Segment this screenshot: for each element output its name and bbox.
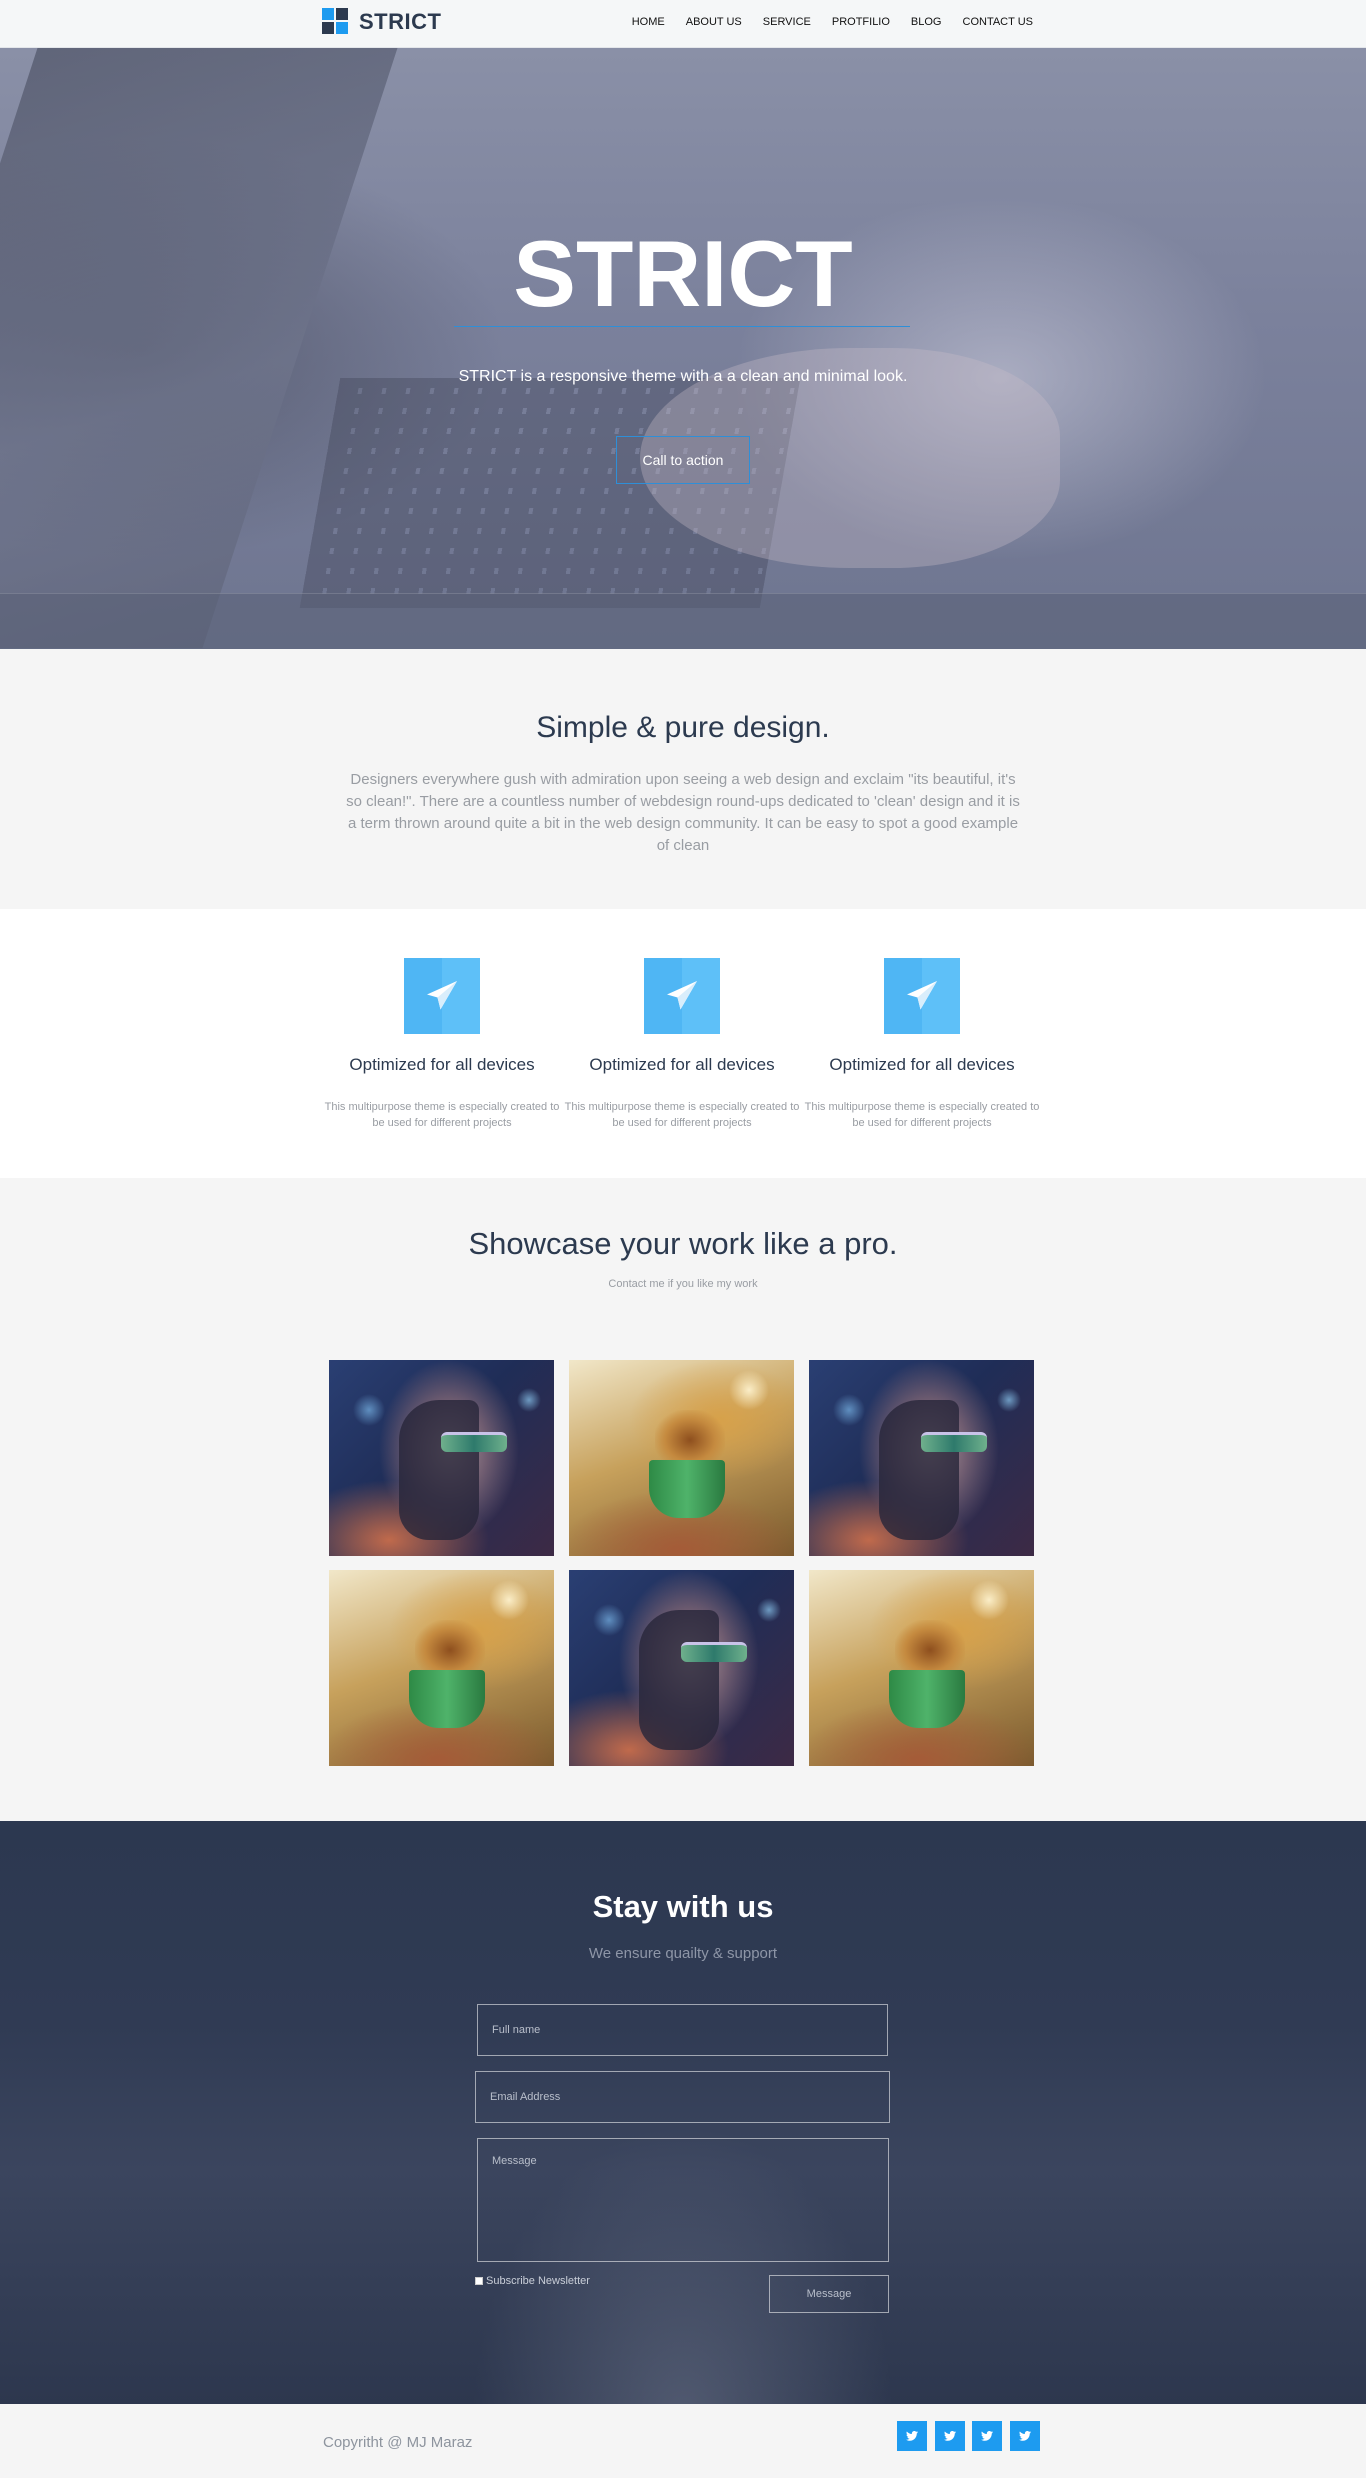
hero-title: STRICT [513,221,853,326]
portfolio-item-coffee-splash[interactable] [329,1570,554,1766]
portfolio-item-woman-sunglasses[interactable] [809,1360,1034,1556]
message-textarea[interactable] [477,2138,889,2262]
portfolio-item-woman-sunglasses[interactable] [329,1360,554,1556]
call-to-action-button[interactable]: Call to action [616,436,750,484]
showcase-section: Showcase your work like a pro. Contact m… [0,1178,1366,1821]
feature-title: Optimized for all devices [349,1055,535,1074]
copyright-text: Copyritht @ MJ Maraz [323,2434,473,2451]
contact-subtitle: We ensure quailty & support [588,1945,778,1962]
twitter-icon[interactable] [897,2421,927,2451]
nav-link-contact-us[interactable]: CONTACT US [963,16,1034,28]
portfolio-item-woman-sunglasses[interactable] [569,1570,794,1766]
feature-text: This multipurpose theme is especially cr… [324,1101,560,1129]
hero-divider [454,326,910,327]
showcase-subtitle: Contact me if you like my work [608,1278,758,1290]
nav-link-service[interactable]: SERVICE [763,16,811,28]
twitter-icon[interactable] [972,2421,1002,2451]
checkbox-icon[interactable] [475,2277,483,2285]
send-message-button[interactable]: Message [769,2275,889,2313]
intro-title: Simple & pure design. [536,711,830,744]
paper-plane-icon [644,958,720,1034]
intro-text: Designers everywhere gush with admiratio… [346,771,1020,854]
nav-link-about-us[interactable]: ABOUT US [686,16,742,28]
intro-section: Simple & pure design. Designers everywhe… [0,649,1366,909]
brand-logo-icon [322,8,349,36]
contact-section: Stay with us We ensure quailty & support… [0,1821,1366,2404]
newsletter-checkbox[interactable]: Subscribe Newsletter [475,2275,590,2287]
twitter-icon[interactable] [935,2421,965,2451]
feature-title: Optimized for all devices [589,1055,775,1074]
hero-bottom-band [0,593,1366,649]
brand-name: STRICT [359,9,442,34]
contact-title: Stay with us [592,1889,774,1924]
nav-link-portfolio[interactable]: PROTFILIO [832,16,890,28]
feature-text: This multipurpose theme is especially cr… [804,1101,1040,1129]
features-section: Optimized for all devices This multipurp… [0,909,1366,1178]
nav-link-home[interactable]: HOME [632,16,665,28]
portfolio-item-coffee-splash[interactable] [569,1360,794,1556]
feature-title: Optimized for all devices [829,1055,1015,1074]
paper-plane-icon [884,958,960,1034]
email-input[interactable] [475,2071,890,2123]
showcase-title: Showcase your work like a pro. [468,1226,898,1261]
portfolio-item-coffee-splash[interactable] [809,1570,1034,1766]
nav-link-blog[interactable]: BLOG [911,16,942,28]
twitter-icon[interactable] [1010,2421,1040,2451]
full-name-input[interactable] [477,2004,888,2056]
hero-subtitle: STRICT is a responsive theme with a a cl… [458,368,908,385]
feature-text: This multipurpose theme is especially cr… [564,1101,800,1129]
main-nav: HOME ABOUT US SERVICE PROTFILIO BLOG CON… [632,16,1033,28]
footer: Copyritht @ MJ Maraz [0,2404,1366,2478]
top-navbar: STRICT HOME ABOUT US SERVICE PROTFILIO B… [0,0,1366,48]
newsletter-label: Subscribe Newsletter [486,2275,590,2287]
paper-plane-icon [404,958,480,1034]
brand[interactable]: STRICT [322,8,441,36]
hero-section: STRICT STRICT is a responsive theme with… [0,48,1366,649]
